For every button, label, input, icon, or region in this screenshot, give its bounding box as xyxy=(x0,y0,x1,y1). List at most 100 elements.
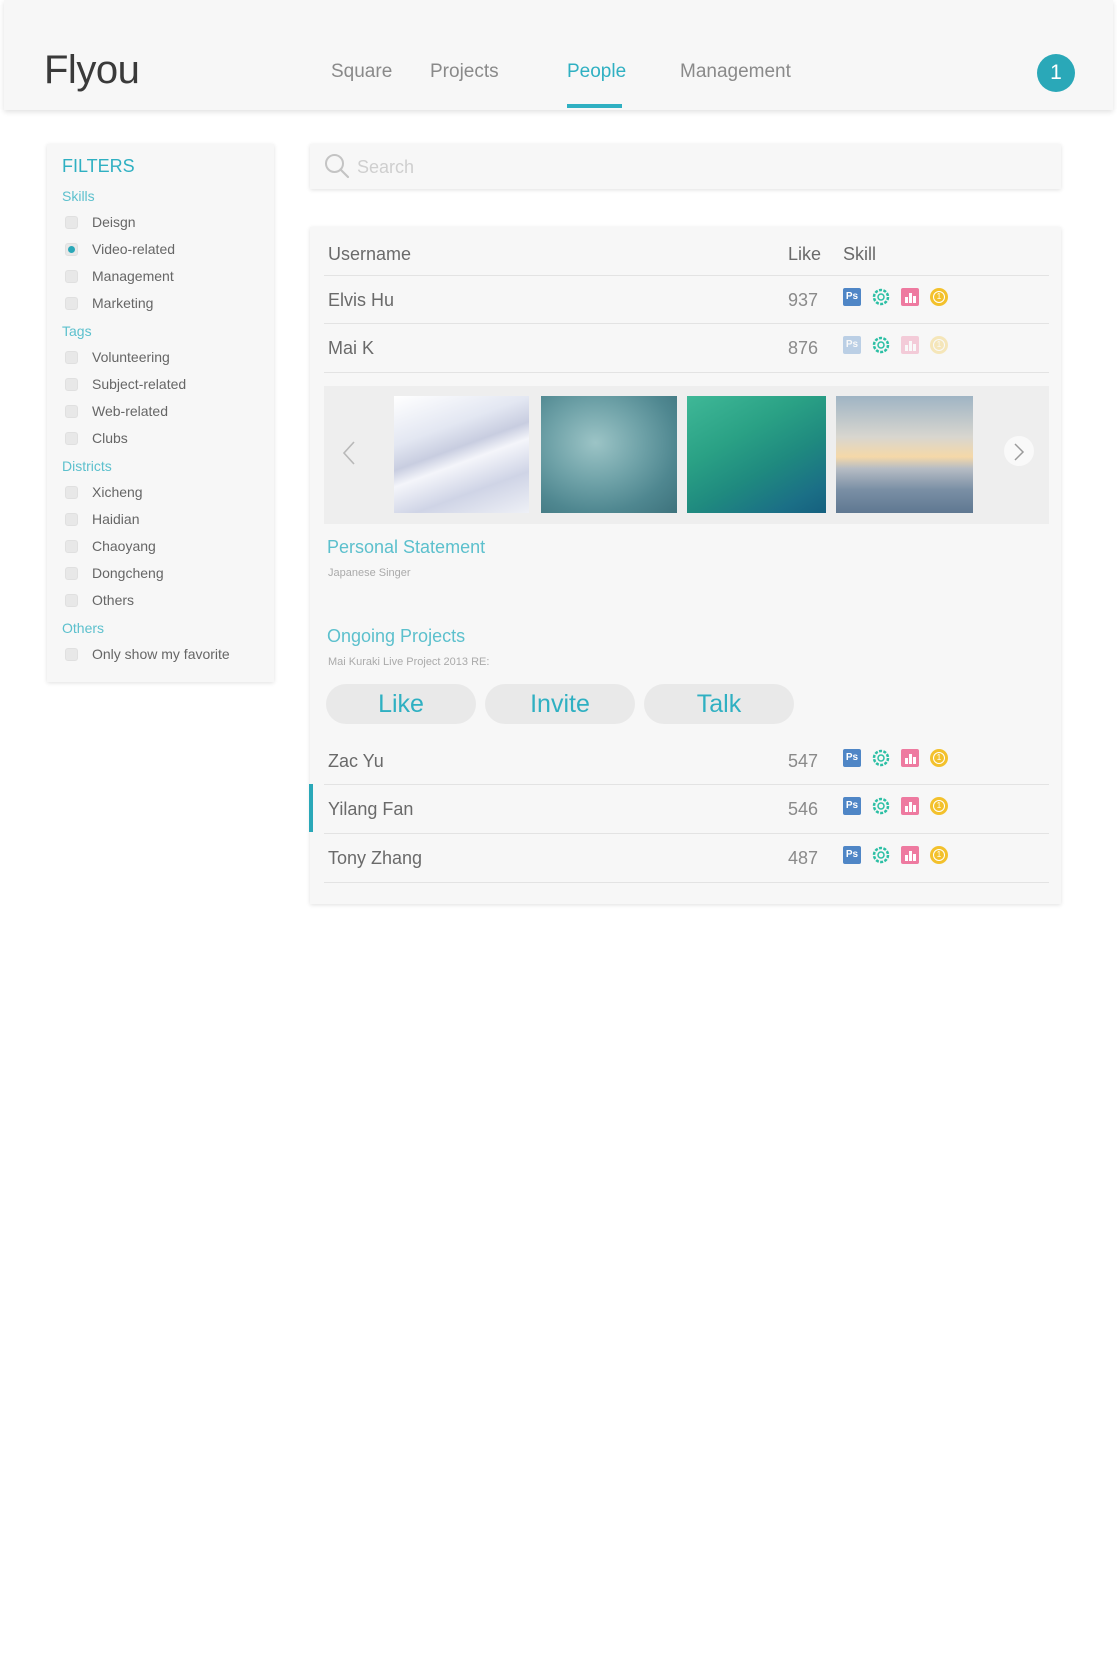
invite-button[interactable]: Invite xyxy=(485,684,635,724)
column-like[interactable]: Like xyxy=(788,244,821,265)
gallery-image[interactable] xyxy=(541,396,677,513)
checkbox[interactable] xyxy=(65,485,78,499)
checkbox[interactable] xyxy=(65,377,78,391)
filter-option-web-related[interactable]: Web-related xyxy=(65,402,168,420)
table-row[interactable]: Tony Zhang 487 Ps xyxy=(310,833,1061,882)
filter-option-label: Web-related xyxy=(92,403,169,419)
filter-option-label: Only show my favorite xyxy=(92,646,230,662)
main-nav: Square Projects People Management xyxy=(4,0,1113,110)
search-icon xyxy=(325,154,350,179)
filter-option-label: Subject-related xyxy=(92,376,187,392)
filter-option-only-favorite[interactable]: Only show my favorite xyxy=(65,645,230,663)
table-row[interactable]: Zac Yu 547 Ps xyxy=(310,736,1061,785)
nav-management[interactable]: Management xyxy=(680,62,791,81)
chart-icon xyxy=(901,749,919,767)
personal-statement-text: Japanese Singer xyxy=(328,567,411,579)
coin-icon xyxy=(930,846,948,864)
username-cell: Tony Zhang xyxy=(328,848,423,868)
chevron-left-icon[interactable] xyxy=(342,440,356,466)
checkbox[interactable] xyxy=(65,296,78,310)
chart-icon xyxy=(901,846,919,864)
divider xyxy=(324,882,1049,883)
skills-cell: Ps xyxy=(843,336,948,354)
checkbox[interactable] xyxy=(65,431,78,445)
filter-option-subject-related[interactable]: Subject-related xyxy=(65,375,186,393)
filter-option-label: Xicheng xyxy=(92,484,143,500)
checkbox[interactable] xyxy=(65,593,78,607)
search-input[interactable] xyxy=(357,154,1037,180)
people-table: Username Like Skill Elvis Hu 937 Ps Mai … xyxy=(309,227,1061,904)
wheel-icon xyxy=(872,846,890,864)
filter-option-volunteering[interactable]: Volunteering xyxy=(65,348,170,366)
filter-option-video-related[interactable]: Video-related xyxy=(65,240,175,258)
column-username[interactable]: Username xyxy=(328,244,411,265)
chart-icon xyxy=(901,797,919,815)
skills-cell: Ps xyxy=(843,797,948,815)
coin-icon xyxy=(930,336,948,354)
like-button[interactable]: Like xyxy=(326,684,476,724)
likes-cell: 546 xyxy=(788,799,819,819)
checkbox[interactable] xyxy=(65,566,78,580)
checkbox-checked[interactable] xyxy=(65,242,78,256)
filter-option-label: Marketing xyxy=(92,295,154,311)
checkbox[interactable] xyxy=(65,269,78,283)
filter-option-deisgn[interactable]: Deisgn xyxy=(65,213,136,231)
divider xyxy=(324,372,1049,373)
filter-option-chaoyang[interactable]: Chaoyang xyxy=(65,537,156,555)
skills-cell: Ps xyxy=(843,749,948,767)
table-header: Username Like Skill xyxy=(310,227,1061,275)
filter-option-haidian[interactable]: Haidian xyxy=(65,510,139,528)
wheel-icon xyxy=(872,797,890,815)
table-row-expanded[interactable]: Mai K 876 Ps xyxy=(310,323,1061,372)
username-cell: Elvis Hu xyxy=(328,290,395,310)
table-row-selected[interactable]: Yilang Fan 546 Ps xyxy=(309,784,1061,833)
filter-group-skills: Skills xyxy=(62,188,95,204)
ongoing-projects-title: Ongoing Projects xyxy=(327,626,466,646)
checkbox[interactable] xyxy=(65,512,78,526)
nav-square[interactable]: Square xyxy=(331,62,392,81)
filter-group-tags: Tags xyxy=(62,323,92,339)
filter-option-others-district[interactable]: Others xyxy=(65,591,134,609)
filter-option-label: Others xyxy=(92,592,135,608)
skills-cell: Ps xyxy=(843,846,948,864)
filter-option-marketing[interactable]: Marketing xyxy=(65,294,153,312)
gallery-next-button[interactable] xyxy=(1004,436,1034,466)
nav-people[interactable]: People xyxy=(567,62,626,81)
likes-cell: 876 xyxy=(788,338,819,358)
filter-option-dongcheng[interactable]: Dongcheng xyxy=(65,564,164,582)
filter-option-management[interactable]: Management xyxy=(65,267,174,285)
filter-option-label: Haidian xyxy=(92,511,140,527)
filter-option-xicheng[interactable]: Xicheng xyxy=(65,483,143,501)
likes-cell: 547 xyxy=(788,751,819,771)
top-navigation-bar: Flyou Square Projects People Management … xyxy=(4,0,1113,110)
photoshop-icon: Ps xyxy=(843,846,861,864)
likes-cell: 487 xyxy=(788,848,819,868)
username-cell: Mai K xyxy=(328,338,375,358)
personal-statement-title: Personal Statement xyxy=(327,537,486,557)
photoshop-icon: Ps xyxy=(843,288,861,306)
filters-panel: FILTERS Skills Deisgn Video-related Mana… xyxy=(47,144,274,682)
gallery-image[interactable] xyxy=(687,396,826,513)
talk-button[interactable]: Talk xyxy=(644,684,794,724)
checkbox[interactable] xyxy=(65,350,78,364)
notification-badge[interactable]: 1 xyxy=(1037,54,1075,92)
filter-option-clubs[interactable]: Clubs xyxy=(65,429,128,447)
chart-icon xyxy=(901,336,919,354)
username-cell: Zac Yu xyxy=(328,751,384,771)
table-row[interactable]: Elvis Hu 937 Ps xyxy=(310,275,1061,324)
coin-icon xyxy=(930,288,948,306)
checkbox[interactable] xyxy=(65,404,78,418)
gallery-image[interactable] xyxy=(836,396,973,513)
checkbox[interactable] xyxy=(65,215,78,229)
column-skill[interactable]: Skill xyxy=(843,244,876,265)
checkbox[interactable] xyxy=(65,647,78,661)
coin-icon xyxy=(930,749,948,767)
photoshop-icon: Ps xyxy=(843,336,861,354)
search-bar xyxy=(310,144,1061,189)
filter-option-label: Dongcheng xyxy=(92,565,164,581)
filter-option-label: Volunteering xyxy=(92,349,170,365)
nav-projects[interactable]: Projects xyxy=(430,62,499,81)
gallery-image[interactable] xyxy=(394,396,529,513)
wheel-icon xyxy=(872,336,890,354)
checkbox[interactable] xyxy=(65,539,78,553)
